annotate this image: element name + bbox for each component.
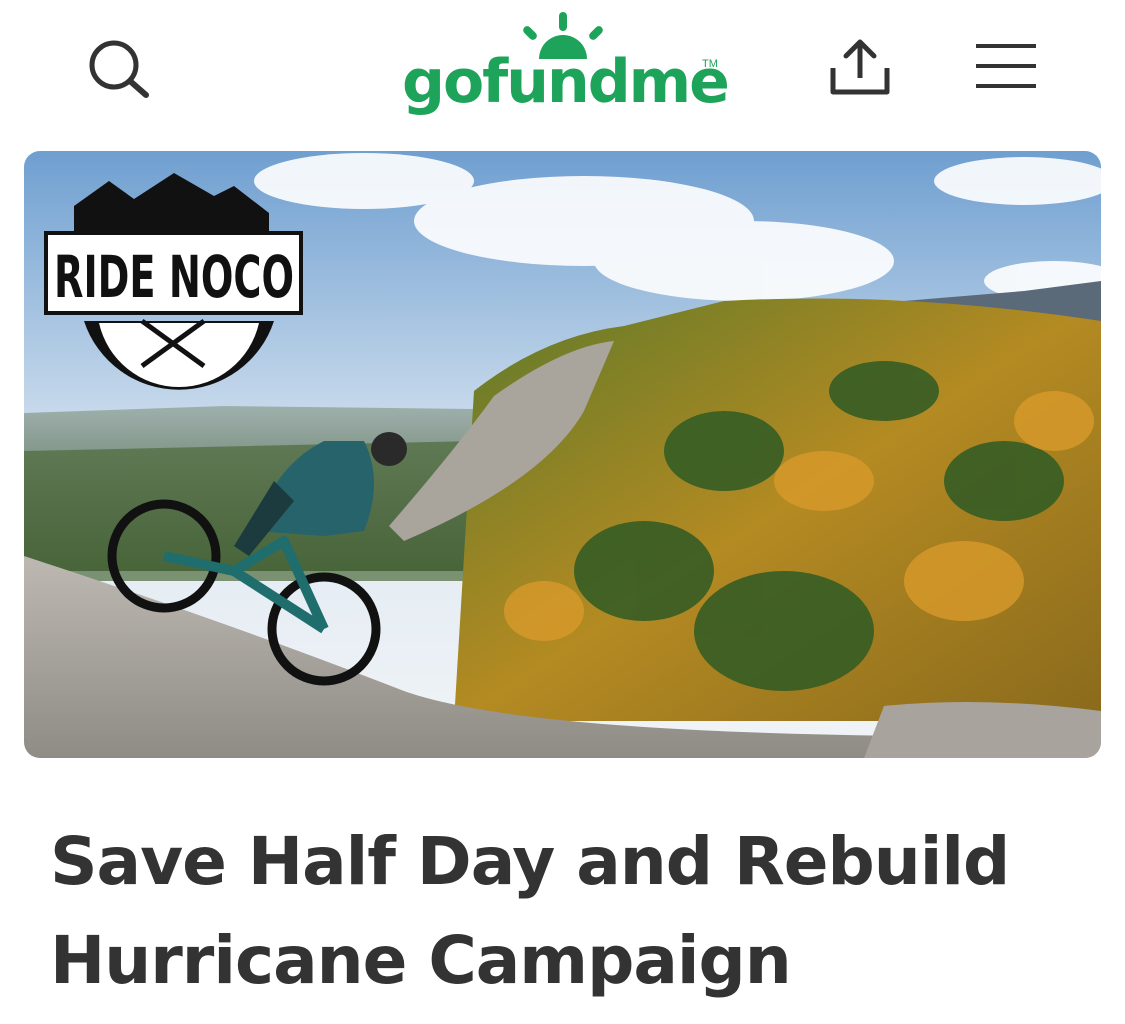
mountain-biker-autumn-forest-image: RIDE NOCO (24, 151, 1101, 758)
search-icon (89, 40, 149, 98)
gofundme-logo[interactable]: gofundme TM (398, 10, 730, 126)
campaign-title: Save Half Day and Rebuild Hurricane Camp… (50, 823, 1010, 999)
top-navigation-bar: gofundme TM (0, 0, 1125, 150)
search-button[interactable] (84, 36, 154, 100)
brand-wordmark: gofundme (402, 47, 730, 117)
share-button[interactable] (826, 34, 896, 100)
share-icon (830, 39, 890, 95)
hamburger-menu-icon (976, 44, 1036, 88)
menu-button[interactable] (972, 38, 1040, 94)
trademark-label: TM (702, 58, 718, 70)
campaign-hero-image[interactable]: RIDE NOCO (24, 151, 1101, 758)
ride-noco-logo-text: RIDE NOCO (54, 243, 294, 311)
